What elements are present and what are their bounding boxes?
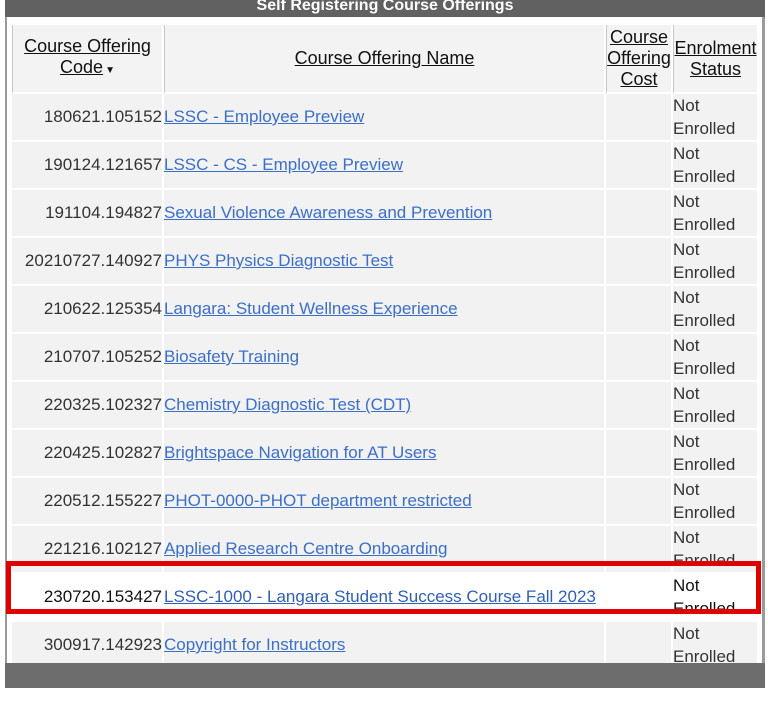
table-row: 210707.105252 Biosafety Training Not Enrol…: [12, 334, 759, 382]
panel-border-right: [762, 17, 765, 663]
enrolment-status-cell: Not Enrolled: [673, 574, 759, 622]
offering-cost-cell: [606, 526, 673, 574]
offering-name-cell: Chemistry Diagnostic Test (CDT): [164, 382, 606, 430]
offering-code-cell: 210622.125354: [12, 286, 164, 334]
table-row: 230720.153427 LSSC-1000 - Langara Student…: [12, 574, 759, 622]
offering-cost-cell: [606, 142, 673, 190]
panel-footer: [5, 663, 765, 688]
offering-cost-cell: [606, 286, 673, 334]
table-row: 191104.194827 Sexual Violence Awareness a…: [12, 190, 759, 238]
offering-name-link[interactable]: Langara: Student Wellness Experience: [164, 299, 458, 318]
sort-descending-icon: ▼: [105, 65, 115, 76]
column-header-cost: Course Offering Cost: [606, 25, 673, 94]
offering-name-cell: Langara: Student Wellness Experience: [164, 286, 606, 334]
offering-name-link[interactable]: LSSC - Employee Preview: [164, 107, 364, 126]
table-row: 220512.155227 PHOT-0000-PHOT department r…: [12, 478, 759, 526]
sort-by-code-link[interactable]: Course Offering Code: [24, 36, 151, 77]
table-row: 180621.105152 LSSC - Employee Preview Not …: [12, 94, 759, 142]
offering-name-link[interactable]: LSSC-1000 - Langara Student Success Cour…: [164, 587, 596, 606]
table-row: 220325.102327 Chemistry Diagnostic Test (…: [12, 382, 759, 430]
offering-cost-cell: [606, 334, 673, 382]
offering-name-cell: PHYS Physics Diagnostic Test: [164, 238, 606, 286]
offering-cost-cell: [606, 94, 673, 142]
table-row: 190124.121657 LSSC - CS - Employee Previe…: [12, 142, 759, 190]
offering-name-link[interactable]: Chemistry Diagnostic Test (CDT): [164, 395, 411, 414]
offering-name-link[interactable]: Sexual Violence Awareness and Prevention: [164, 203, 492, 222]
offering-name-link[interactable]: Brightspace Navigation for AT Users: [164, 443, 436, 462]
offering-name-cell: Brightspace Navigation for AT Users: [164, 430, 606, 478]
offering-name-cell: Sexual Violence Awareness and Prevention: [164, 190, 606, 238]
panel-title: Self Registering Course Offerings: [5, 0, 765, 17]
enrolment-status-cell: Not Enrolled: [673, 478, 759, 526]
enrolment-status-cell: Not Enrolled: [673, 190, 759, 238]
table-row: 20210727.140927 PHYS Physics Diagnostic T…: [12, 238, 759, 286]
offering-code-cell: 230720.153427: [12, 574, 164, 622]
enrolment-status-cell: Not Enrolled: [673, 286, 759, 334]
table-body: 180621.105152 LSSC - Employee Preview Not …: [12, 94, 759, 670]
offering-cost-cell: [606, 238, 673, 286]
offering-cost-cell: [606, 382, 673, 430]
offering-code-cell: 191104.194827: [12, 190, 164, 238]
enrolment-status-cell: Not Enrolled: [673, 382, 759, 430]
offering-name-link[interactable]: LSSC - CS - Employee Preview: [164, 155, 403, 174]
offering-code-cell: 210707.105252: [12, 334, 164, 382]
offering-name-link[interactable]: Copyright for Instructors: [164, 635, 345, 654]
offering-name-link[interactable]: PHYS Physics Diagnostic Test: [164, 251, 393, 270]
table-row: 220425.102827 Brightspace Navigation for …: [12, 430, 759, 478]
column-header-code: Course Offering Code ▼: [12, 25, 164, 94]
enrolment-status-cell: Not Enrolled: [673, 94, 759, 142]
offering-code-cell: 220512.155227: [12, 478, 164, 526]
table-row: 221216.102127 Applied Research Centre Onb…: [12, 526, 759, 574]
column-header-name: Course Offering Name: [164, 25, 606, 94]
offering-name-cell: Biosafety Training: [164, 334, 606, 382]
sort-by-status-link[interactable]: Enrolment Status: [674, 38, 756, 79]
offering-name-link[interactable]: PHOT-0000-PHOT department restricted: [164, 491, 472, 510]
table-header-row: Course Offering Code ▼ Course Offering Na…: [12, 25, 759, 94]
offering-code-cell: 180621.105152: [12, 94, 164, 142]
offering-code-cell: 221216.102127: [12, 526, 164, 574]
column-header-status: Enrolment Status: [673, 25, 759, 94]
offering-name-cell: LSSC - Employee Preview: [164, 94, 606, 142]
offering-name-cell: Applied Research Centre Onboarding: [164, 526, 606, 574]
offering-name-cell: LSSC-1000 - Langara Student Success Cour…: [164, 574, 606, 622]
offering-name-cell: LSSC - CS - Employee Preview: [164, 142, 606, 190]
offering-code-cell: 190124.121657: [12, 142, 164, 190]
offering-name-cell: PHOT-0000-PHOT department restricted: [164, 478, 606, 526]
sort-by-cost-link[interactable]: Course Offering Cost: [607, 27, 671, 89]
offering-cost-cell: [606, 190, 673, 238]
enrolment-status-cell: Not Enrolled: [673, 334, 759, 382]
panel-border-left: [5, 17, 7, 663]
sort-by-name-link[interactable]: Course Offering Name: [295, 48, 475, 68]
offering-code-cell: 220325.102327: [12, 382, 164, 430]
enrolment-status-cell: Not Enrolled: [673, 430, 759, 478]
offering-cost-cell: [606, 574, 673, 622]
offering-code-cell: 220425.102827: [12, 430, 164, 478]
enrolment-status-cell: Not Enrolled: [673, 238, 759, 286]
offering-cost-cell: [606, 478, 673, 526]
offerings-table: Course Offering Code ▼ Course Offering Na…: [12, 25, 759, 670]
course-offerings-panel: Self Registering Course Offerings Course…: [5, 0, 765, 688]
enrolment-status-cell: Not Enrolled: [673, 142, 759, 190]
offering-code-cell: 20210727.140927: [12, 238, 164, 286]
offering-cost-cell: [606, 430, 673, 478]
table-row: 210622.125354 Langara: Student Wellness E…: [12, 286, 759, 334]
offering-name-link[interactable]: Applied Research Centre Onboarding: [164, 539, 448, 558]
offering-name-link[interactable]: Biosafety Training: [164, 347, 299, 366]
enrolment-status-cell: Not Enrolled: [673, 526, 759, 574]
